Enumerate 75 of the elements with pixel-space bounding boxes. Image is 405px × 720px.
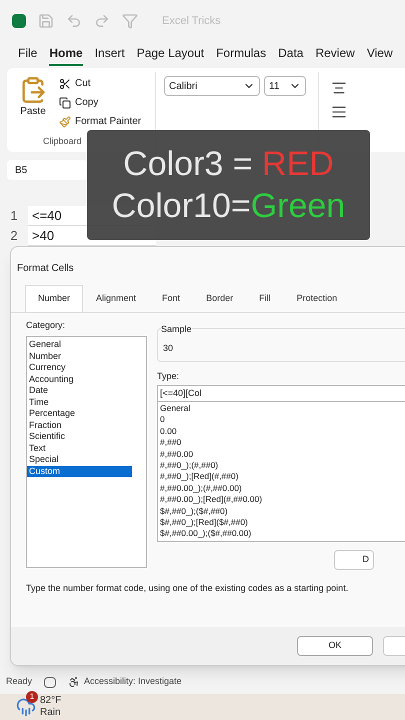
category-item[interactable]: Custom bbox=[27, 466, 132, 477]
copy-icon bbox=[59, 96, 71, 108]
excel-logo-icon bbox=[12, 14, 26, 28]
font-size-field[interactable]: 11 bbox=[264, 76, 306, 96]
format-item[interactable]: $#,##0.00_);($#,##0.00) bbox=[160, 528, 405, 540]
name-box[interactable]: B5 bbox=[7, 160, 87, 180]
row-header[interactable]: 2 bbox=[0, 226, 28, 246]
format-item[interactable]: General bbox=[160, 403, 405, 414]
ribbon-tab[interactable]: Insert bbox=[94, 44, 125, 66]
category-item[interactable]: Fraction bbox=[27, 420, 146, 431]
sample-value: 30 bbox=[163, 342, 174, 355]
category-item[interactable]: Number bbox=[27, 350, 146, 362]
format-item[interactable]: $#,##0_);[Red]($#,##0) bbox=[160, 516, 405, 528]
temperature-text: 82°F bbox=[40, 695, 62, 707]
ribbon-tab[interactable]: Page Layout bbox=[136, 44, 204, 66]
category-item[interactable]: General bbox=[27, 339, 146, 350]
paintbrush-icon bbox=[59, 116, 71, 128]
type-label: Type: bbox=[157, 370, 180, 383]
font-name-field[interactable]: Calibri bbox=[164, 76, 260, 96]
rain-cloud-icon bbox=[16, 697, 36, 717]
status-text: Ready bbox=[6, 675, 32, 688]
ribbon-tab[interactable]: Data bbox=[278, 44, 304, 66]
accessibility-icon bbox=[68, 676, 80, 688]
copy-button[interactable]: Copy bbox=[59, 95, 142, 110]
category-item[interactable]: Time bbox=[27, 396, 146, 408]
group-label: Clipboard bbox=[43, 134, 83, 148]
category-item[interactable]: Special bbox=[27, 454, 146, 466]
type-field[interactable]: [<=40][Col bbox=[157, 385, 405, 402]
ribbon-tab[interactable]: Formulas bbox=[216, 44, 266, 66]
category-item[interactable]: Currency bbox=[27, 362, 146, 374]
format-item[interactable]: #,##0_);[Red](#,##0) bbox=[160, 471, 405, 483]
accessibility-button[interactable]: Accessibility: Investigate bbox=[68, 675, 182, 689]
row-header[interactable]: 1 bbox=[0, 206, 28, 226]
dialog-tab[interactable]: Protection bbox=[284, 285, 350, 312]
caption-text: Color3 = RED bbox=[123, 144, 334, 185]
align-icon[interactable] bbox=[331, 104, 347, 120]
dialog-tab[interactable]: Fill bbox=[246, 285, 284, 312]
category-item[interactable]: Accounting bbox=[27, 374, 146, 385]
dialog-tab[interactable]: Border bbox=[193, 285, 246, 312]
paste-button[interactable]: Paste bbox=[15, 72, 51, 129]
format-item[interactable]: 0.00 bbox=[160, 426, 405, 438]
category-item[interactable]: Scientific bbox=[27, 431, 146, 442]
category-item[interactable]: Date bbox=[27, 385, 146, 396]
ribbon-tab[interactable]: Home bbox=[49, 44, 83, 66]
format-painter-button[interactable]: Format Painter bbox=[59, 114, 142, 129]
ok-button[interactable]: OK bbox=[297, 636, 373, 656]
align-icon[interactable] bbox=[331, 80, 347, 96]
hint-text: Type the number format code, using one of the existing codes as a starting point. bbox=[25, 582, 350, 595]
ribbon-tab[interactable]: File bbox=[18, 44, 38, 66]
undo-icon[interactable] bbox=[66, 13, 82, 29]
category-label: Category: bbox=[26, 318, 66, 332]
filter-icon[interactable] bbox=[122, 13, 138, 29]
format-item[interactable]: #,##0 bbox=[160, 437, 405, 449]
format-item[interactable]: #,##0_);(#,##0) bbox=[160, 460, 405, 472]
macro-icon[interactable] bbox=[44, 676, 56, 688]
weather-text: Rain bbox=[40, 707, 62, 719]
ribbon-tab[interactable]: Review bbox=[315, 44, 355, 66]
delete-button[interactable]: D bbox=[334, 550, 374, 570]
category-item[interactable]: Percentage bbox=[27, 408, 146, 420]
dialog-tab[interactable]: Font bbox=[149, 285, 194, 312]
dialog-tab[interactable]: Number bbox=[25, 285, 84, 312]
redo-icon[interactable] bbox=[94, 13, 110, 29]
format-item[interactable]: 0 bbox=[160, 414, 405, 426]
dialog-title: Format Cells bbox=[17, 263, 74, 274]
scissors-icon bbox=[59, 78, 71, 90]
dialog-tab[interactable]: Alignment bbox=[83, 285, 150, 312]
ribbon-tab[interactable]: View bbox=[366, 44, 393, 66]
format-item[interactable]: #,##0.00 bbox=[160, 448, 405, 460]
format-item[interactable]: #,##0.00_);(#,##0.00) bbox=[160, 482, 405, 494]
format-item[interactable]: #,##0.00_);[Red](#,##0.00) bbox=[160, 494, 405, 506]
format-item[interactable]: $#,##0_);($#,##0) bbox=[160, 506, 405, 517]
notification-badge: 1 bbox=[26, 691, 38, 703]
cut-button[interactable]: Cut bbox=[59, 76, 142, 91]
save-icon[interactable] bbox=[38, 13, 54, 29]
category-item[interactable]: Text bbox=[27, 442, 146, 454]
